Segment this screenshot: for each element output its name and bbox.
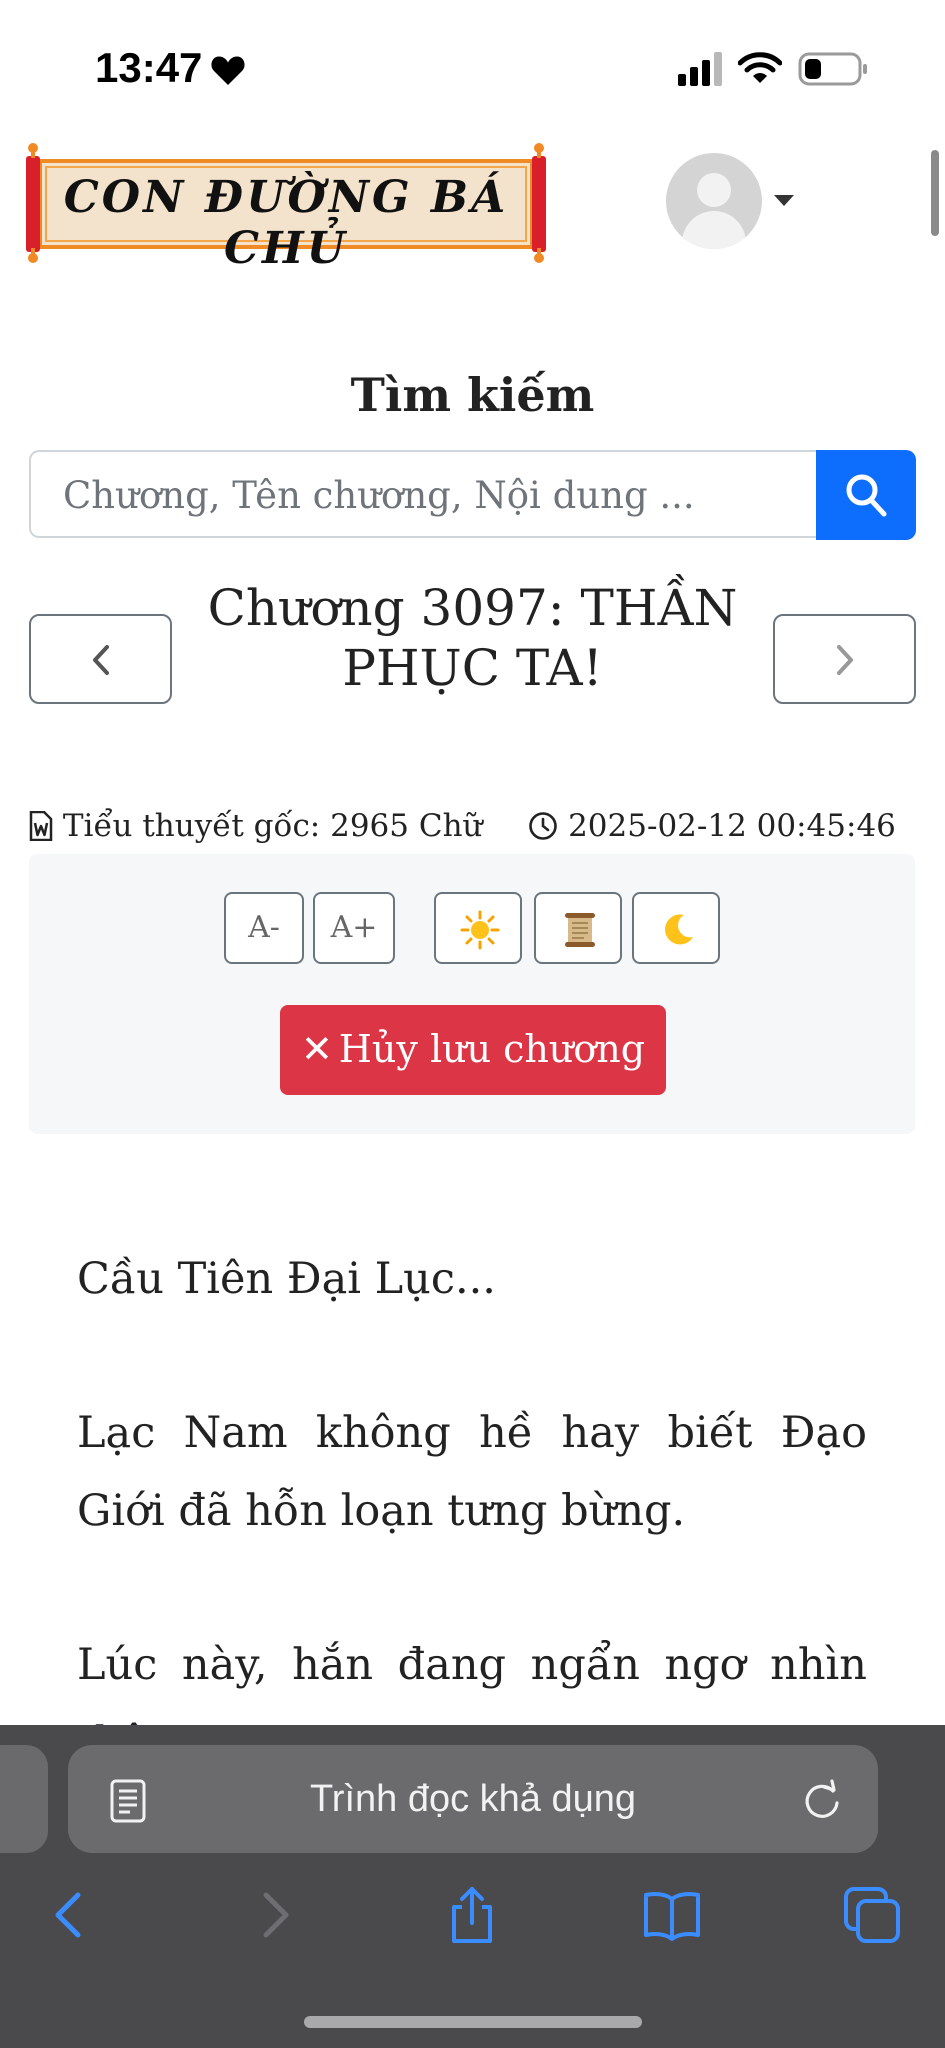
chapter-title: Chương 3097: THẦN PHỤC TA! (200, 578, 745, 698)
font-smaller-button[interactable]: A- (224, 892, 304, 964)
signal-icon (678, 52, 722, 86)
sun-icon (460, 910, 500, 950)
user-avatar[interactable] (666, 153, 762, 249)
chapter-title-line2: PHỤC TA! (342, 639, 603, 697)
chevron-right-icon (837, 645, 853, 675)
scroll-icon (565, 913, 595, 947)
word-file-icon (29, 810, 53, 842)
content-paragraph: Cầu Tiên Đại Lục... (77, 1254, 496, 1304)
close-icon: ✕ (300, 1027, 333, 1071)
reload-icon[interactable] (802, 1779, 842, 1821)
reader-icon[interactable] (110, 1779, 146, 1823)
content-paragraph: Lạc Nam không hề hay biết Đạo Giới đã hỗ… (77, 1408, 867, 1536)
search-box (29, 450, 816, 538)
avatar-head (697, 173, 731, 207)
back-icon[interactable] (40, 1885, 100, 1945)
search-button[interactable] (816, 450, 916, 540)
unsave-chapter-button[interactable]: ✕ Hủy lưu chương (280, 1005, 666, 1095)
theme-light-button[interactable] (434, 892, 522, 964)
next-chapter-button[interactable] (773, 614, 916, 704)
theme-sepia-button[interactable] (534, 892, 622, 964)
heart-icon (211, 56, 245, 85)
wifi-icon (738, 52, 782, 83)
font-larger-button[interactable]: A+ (313, 892, 395, 964)
unsave-label: Hủy lưu chương (338, 1027, 646, 1071)
status-bar: 13:47 (0, 0, 945, 140)
clock-icon (529, 812, 558, 840)
share-icon[interactable] (442, 1885, 502, 1945)
address-bar[interactable]: Trình đọc khả dụng (68, 1745, 878, 1853)
prev-chapter-button[interactable] (29, 614, 172, 704)
status-time: 13:47 (95, 44, 203, 91)
home-indicator (304, 2016, 642, 2028)
search-title: Tìm kiếm (350, 368, 595, 422)
word-count: Tiểu thuyết gốc: 2965 Chữ (62, 808, 483, 844)
forward-icon[interactable] (244, 1885, 304, 1945)
battery-icon (798, 52, 867, 86)
address-text: Trình đọc khả dụng (309, 1778, 637, 1820)
search-input[interactable] (61, 452, 805, 538)
search-icon (846, 474, 887, 517)
tabs-icon[interactable] (842, 1885, 902, 1945)
theme-dark-button[interactable] (632, 892, 720, 964)
chapter-timestamp: 2025-02-12 00:45:46 (568, 808, 896, 844)
avatar-body (682, 211, 746, 249)
moon-icon (665, 914, 693, 945)
scroll-indicator[interactable] (931, 150, 939, 236)
caret-down-icon[interactable] (774, 195, 794, 206)
previous-tab-preview[interactable] (0, 1745, 48, 1853)
reader-tools-panel: A- A+ ✕ Hủy lưu chương (29, 854, 915, 1134)
browser-bottom-bar: Trình đọc khả dụng (0, 1725, 945, 2048)
chevron-left-icon (93, 645, 109, 675)
logo-text: CON ĐƯỜNG BÁ CHỦ (63, 172, 509, 274)
chapter-meta: Tiểu thuyết gốc: 2965 Chữ 2025-02-12 00:… (29, 808, 896, 848)
chapter-title-line1: Chương 3097: THẦN (207, 579, 738, 637)
bookmarks-icon[interactable] (642, 1885, 702, 1945)
